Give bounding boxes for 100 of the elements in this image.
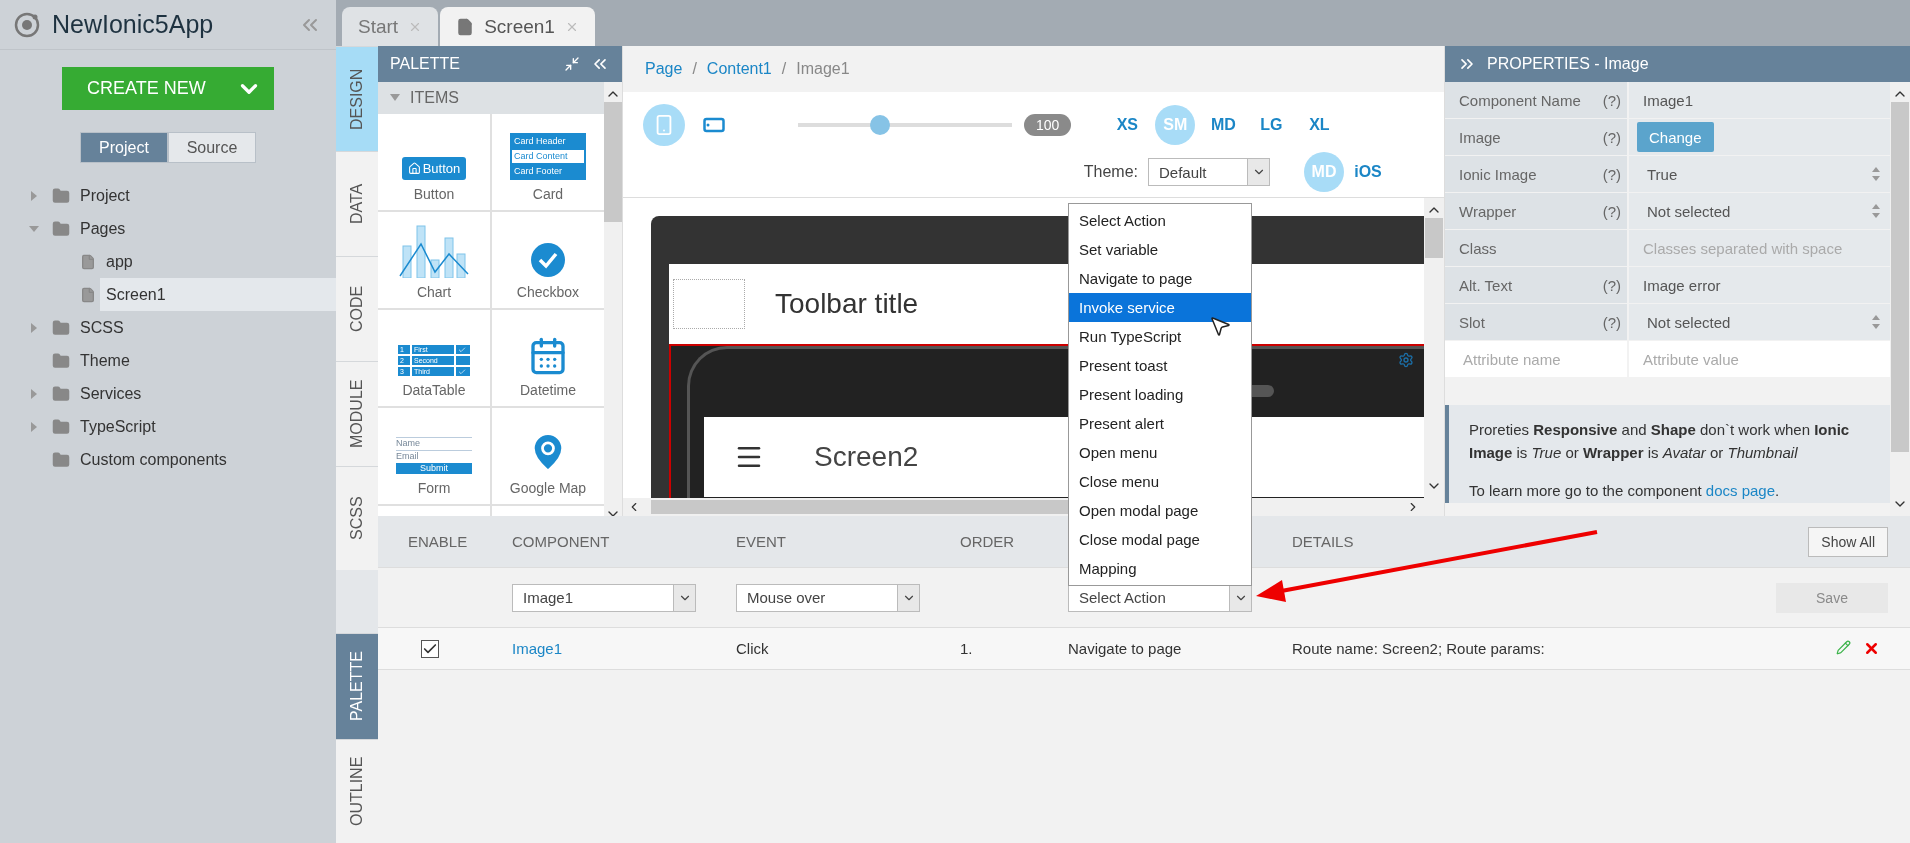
scrollbar[interactable]	[1424, 198, 1444, 498]
help-link[interactable]: (?)	[1602, 313, 1621, 331]
table-cell-text: 1.	[959, 640, 974, 657]
dropdown-button[interactable]	[1229, 584, 1251, 611]
property-select[interactable]: Not selected	[1629, 193, 1890, 229]
help-link[interactable]: (?)	[1602, 202, 1621, 220]
scroll-thumb[interactable]	[1425, 218, 1443, 258]
side-tab[interactable]: OUTLINE	[336, 739, 378, 843]
theme-select[interactable]: Default	[1148, 158, 1270, 186]
component-select[interactable]: Image1	[512, 583, 696, 612]
edit-icon[interactable]	[1836, 640, 1851, 655]
menu-item[interactable]: Close menu	[1069, 467, 1251, 496]
menu-item[interactable]: Open modal page	[1069, 496, 1251, 525]
delete-icon[interactable]	[1863, 640, 1880, 657]
side-tab[interactable]: DESIGN	[336, 46, 378, 151]
up-down-icon[interactable]	[1872, 314, 1880, 330]
folder-icon	[52, 384, 70, 403]
side-tab[interactable]: DATA	[336, 151, 378, 256]
folder-label[interactable]: Theme	[80, 351, 130, 370]
folder-label[interactable]: SCSS	[80, 318, 124, 337]
property-name: Slot	[1459, 313, 1485, 331]
menu-item[interactable]: Set variable	[1069, 235, 1251, 264]
zoom-value: 100	[1024, 114, 1072, 136]
palette-item[interactable]: Google Map	[492, 408, 604, 504]
property-name: Component Name	[1459, 91, 1581, 109]
menu-item[interactable]: Present loading	[1069, 380, 1251, 409]
menu-item[interactable]: Navigate to page	[1069, 264, 1251, 293]
breadcrumb-link[interactable]: Page	[645, 60, 683, 78]
side-tab[interactable]: MODULE	[336, 361, 378, 466]
section-label: ITEMS	[410, 89, 459, 107]
size-button[interactable]: XL	[1299, 105, 1340, 145]
editor-tab[interactable]: Screen1	[440, 7, 595, 46]
up-down-icon[interactable]	[1872, 166, 1880, 182]
component-link[interactable]: Image1	[498, 640, 722, 657]
property-name: Class	[1459, 239, 1497, 257]
tab-label[interactable]: Screen1	[484, 15, 555, 38]
button-preview: Button	[401, 157, 467, 180]
size-button[interactable]: MD	[1203, 105, 1244, 145]
size-button[interactable]: XS	[1107, 105, 1148, 145]
side-tab[interactable]: SCSS	[336, 466, 378, 570]
property-select[interactable]: Not selected	[1629, 304, 1890, 340]
event-select[interactable]: Mouse over	[736, 583, 920, 612]
folder-label[interactable]: Project	[80, 186, 130, 205]
folder-label[interactable]: Services	[80, 384, 142, 403]
scroll-thumb[interactable]	[604, 102, 622, 222]
dropdown-button[interactable]	[897, 584, 919, 611]
section-header[interactable]: ITEMS	[378, 82, 604, 114]
palette-item[interactable]: Chart	[378, 212, 490, 308]
palette-item[interactable]: Checkbox	[492, 212, 604, 308]
scroll-thumb[interactable]	[1891, 102, 1909, 452]
help-link[interactable]: (?)	[1602, 276, 1621, 294]
tab-label[interactable]: Start	[358, 15, 399, 38]
property-select[interactable]: True	[1629, 156, 1890, 192]
checkbox-icon	[530, 242, 566, 278]
breadcrumb-link[interactable]: Content1	[706, 60, 772, 78]
page-label[interactable]: app	[106, 252, 133, 271]
side-tab[interactable]: CODE	[336, 256, 378, 361]
shrink-icon[interactable]	[564, 56, 580, 72]
view-tab[interactable]: Source	[168, 132, 256, 163]
menu-item[interactable]: Select Action	[1069, 206, 1251, 235]
settings-icon[interactable]	[1398, 352, 1414, 368]
help-link[interactable]: (?)	[1602, 128, 1621, 146]
mode-button[interactable]: iOS	[1348, 152, 1388, 192]
breadcrumb-current: Image1	[796, 60, 850, 78]
menu-item[interactable]: Run TypeScript	[1069, 322, 1251, 351]
view-tab[interactable]: Project	[80, 132, 168, 163]
menu-item[interactable]: Close modal page	[1069, 525, 1251, 554]
page-icon	[80, 286, 96, 303]
caret-icon[interactable]	[390, 94, 400, 102]
folder-icon	[52, 186, 70, 205]
size-button[interactable]: LG	[1251, 105, 1292, 145]
palette-item[interactable]: Name Email Submit Form	[378, 408, 490, 504]
menu-item[interactable]: Open menu	[1069, 438, 1251, 467]
docs-link[interactable]: docs page	[1705, 482, 1776, 499]
property-value: Image1	[1629, 82, 1890, 118]
panel-title: PALETTE	[390, 55, 461, 73]
enable-checkbox[interactable]	[421, 639, 439, 658]
page-label[interactable]: Screen1	[106, 285, 166, 304]
editor-tab[interactable]: Start	[342, 7, 439, 46]
help-link[interactable]: (?)	[1602, 165, 1621, 183]
tablet-icon[interactable]	[703, 117, 725, 133]
help-link[interactable]: (?)	[1602, 91, 1621, 109]
folder-label[interactable]: TypeScript	[80, 417, 156, 436]
dropdown-button[interactable]	[1247, 159, 1269, 185]
folder-label[interactable]: Pages	[80, 219, 126, 238]
column-header: ORDER	[959, 533, 1016, 550]
docs-text: To learn more go to the component docs page.	[1469, 481, 1781, 501]
menu-item[interactable]: Mapping	[1069, 554, 1251, 583]
show-all-button[interactable]: Show All	[1808, 526, 1888, 557]
side-tab[interactable]: PALETTE	[336, 633, 378, 739]
menu-item[interactable]: Invoke service	[1069, 293, 1251, 322]
palette-item[interactable]: Button Button	[378, 114, 490, 210]
palette-item[interactable]: Card Header Card Content Card Footer Card	[492, 114, 604, 210]
page-icon	[80, 253, 96, 270]
up-down-icon[interactable]	[1872, 203, 1880, 219]
menu-item[interactable]: Present alert	[1069, 409, 1251, 438]
palette-item[interactable]: Datetime	[492, 310, 604, 406]
menu-item[interactable]: Present toast	[1069, 351, 1251, 380]
dropdown-button[interactable]	[673, 584, 695, 611]
folder-label[interactable]: Custom components	[80, 450, 227, 469]
